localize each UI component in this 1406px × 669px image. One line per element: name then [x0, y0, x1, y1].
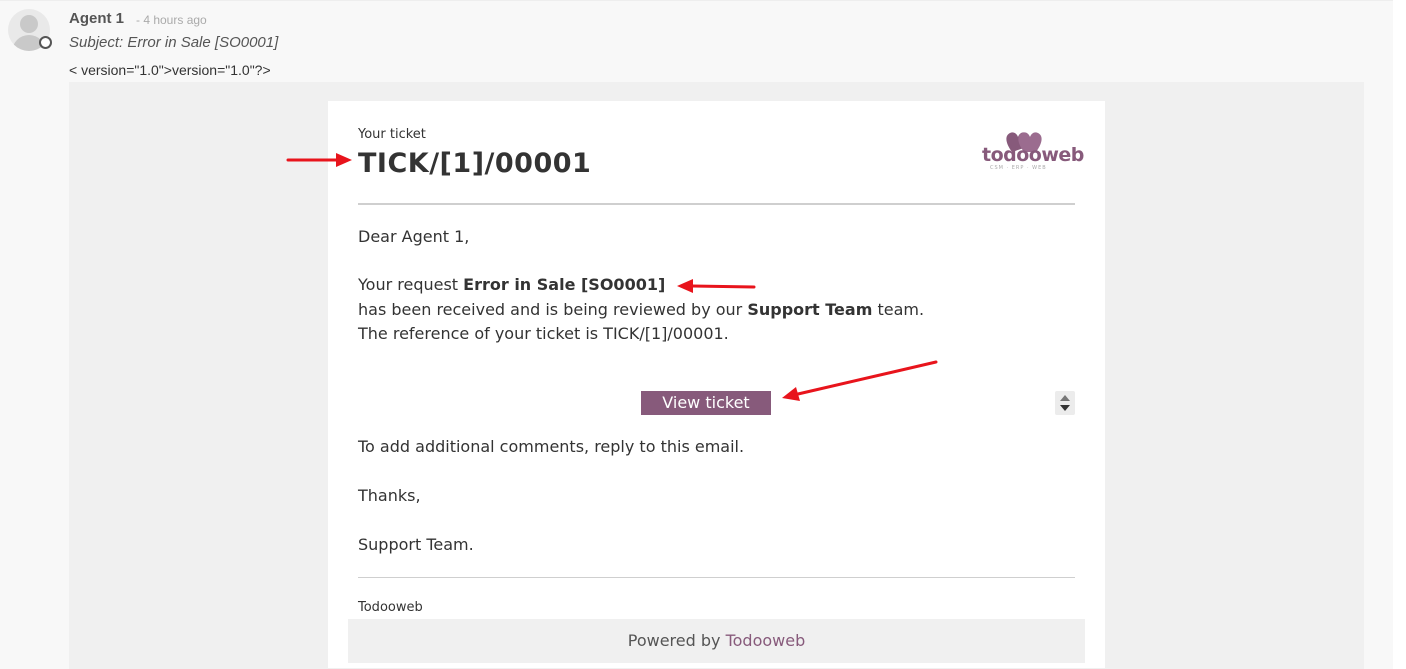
- signature-text: Support Team.: [358, 535, 474, 554]
- message-timestamp: - 4 hours ago: [136, 13, 207, 27]
- chevron-down-icon[interactable]: [1060, 405, 1070, 411]
- email-header-label: Your ticket: [358, 127, 426, 142]
- received-suffix: team.: [872, 300, 925, 319]
- header-divider: [358, 203, 1075, 205]
- message-subject: Subject: Error in Sale [SO0001]: [69, 34, 279, 51]
- team-name: Support Team: [747, 300, 873, 319]
- message-author[interactable]: Agent 1: [69, 10, 124, 27]
- ticket-reference-title: TICK/[1]/00001: [358, 148, 592, 179]
- thanks-text: Thanks,: [358, 486, 421, 505]
- request-name: Error in Sale [SO0001]: [463, 275, 666, 294]
- powered-by-footer: Powered by Todooweb: [348, 619, 1085, 663]
- reference-line: The reference of your ticket is TICK/[1]…: [358, 324, 729, 343]
- scroll-spinner[interactable]: [1055, 391, 1075, 415]
- footer-divider: [358, 577, 1075, 578]
- logo-tagline: CSM · ERP · WEB: [990, 165, 1047, 171]
- powered-by-link[interactable]: Todooweb: [726, 631, 806, 650]
- request-line: Your request Error in Sale [SO0001]: [358, 273, 665, 297]
- greeting-text: Dear Agent 1,: [358, 227, 470, 246]
- received-line: has been received and is being reviewed …: [358, 298, 924, 322]
- company-name: Todooweb: [358, 600, 423, 615]
- xml-declaration-text: < version="1.0">version="1.0"?>: [69, 62, 271, 78]
- received-prefix: has been received and is being reviewed …: [358, 300, 748, 319]
- avatar-head: [20, 15, 38, 33]
- view-ticket-button[interactable]: View ticket: [641, 391, 771, 415]
- comments-instruction: To add additional comments, reply to thi…: [358, 437, 745, 456]
- email-card: [328, 101, 1105, 668]
- logo-wordmark: todooweb: [982, 144, 1084, 166]
- chevron-up-icon[interactable]: [1060, 395, 1070, 401]
- presence-status-icon: [39, 36, 52, 49]
- company-logo: todooweb CSM · ERP · WEB: [978, 130, 1084, 174]
- powered-by-label: Powered by: [627, 631, 726, 650]
- request-prefix: Your request: [358, 275, 464, 294]
